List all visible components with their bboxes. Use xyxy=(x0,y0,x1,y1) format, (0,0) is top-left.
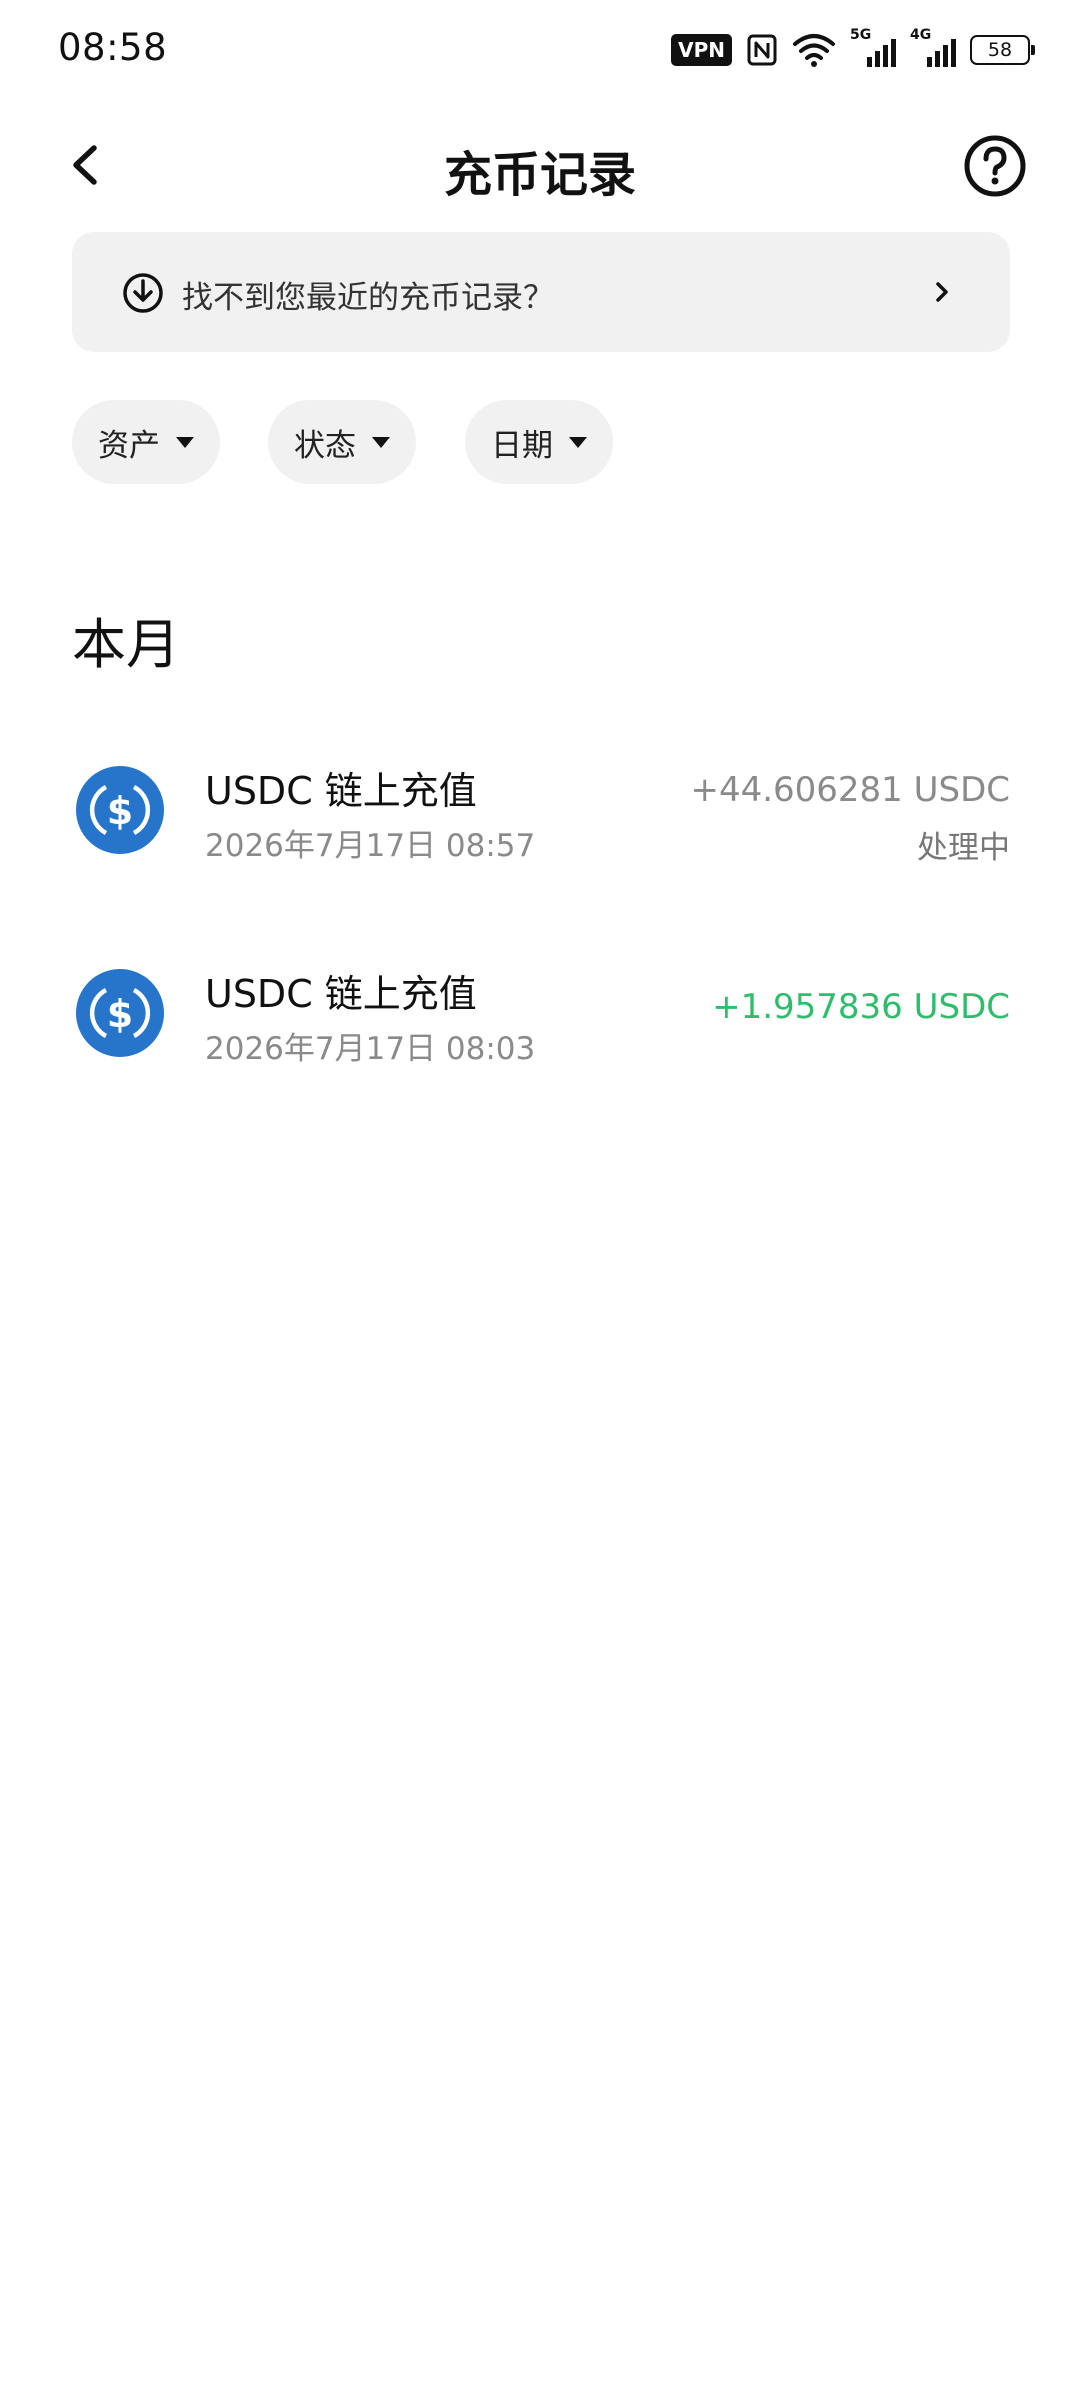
caret-down-icon xyxy=(176,436,194,448)
filter-date-label: 日期 xyxy=(491,427,553,464)
section-title-this-month: 本月 xyxy=(72,613,180,676)
filter-status[interactable]: 状态 xyxy=(268,400,416,484)
status-bar: 08:58 VPN 5G 4G 58 xyxy=(0,0,1080,100)
transaction-time: 2026年7月17日 08:57 xyxy=(205,828,536,864)
banner-text: 找不到您最近的充币记录？ xyxy=(182,280,554,316)
svg-text:$: $ xyxy=(107,992,133,1036)
download-circle-icon xyxy=(123,273,163,313)
caret-down-icon xyxy=(372,436,390,448)
vpn-icon: VPN xyxy=(671,34,732,66)
battery-icon: 58 xyxy=(970,35,1035,65)
transaction-title: USDC 链上充值 xyxy=(205,769,477,813)
battery-level: 58 xyxy=(987,39,1013,61)
transaction-time: 2026年7月17日 08:03 xyxy=(205,1031,536,1067)
filter-asset-label: 资产 xyxy=(98,427,160,464)
filter-asset[interactable]: 资产 xyxy=(72,400,220,484)
status-icons: VPN 5G 4G 58 xyxy=(671,27,1035,72)
signal-5g-icon: 5G xyxy=(850,27,896,69)
transaction-amount: +44.606281 USDC xyxy=(690,770,1010,810)
help-button[interactable] xyxy=(963,134,1027,198)
transaction-row[interactable]: $ USDC 链上充值 2026年7月17日 08:03 +1.957836 U… xyxy=(72,943,1010,1083)
filter-date[interactable]: 日期 xyxy=(465,400,613,484)
question-circle-icon xyxy=(964,135,1026,197)
page-title: 充币记录 xyxy=(443,147,636,203)
chevron-right-icon xyxy=(936,282,948,302)
filter-status-label: 状态 xyxy=(294,427,356,464)
transaction-row[interactable]: $ USDC 链上充值 2026年7月17日 08:57 +44.606281 … xyxy=(72,740,1010,880)
svg-text:$: $ xyxy=(107,789,133,833)
wifi-icon xyxy=(793,34,835,67)
usdc-coin-icon: $ xyxy=(76,969,164,1057)
transaction-status: 处理中 xyxy=(917,830,1010,866)
status-time: 08:58 xyxy=(58,26,168,69)
transaction-amount: +1.957836 USDC xyxy=(712,987,1010,1027)
nfc-icon xyxy=(747,34,777,66)
missing-deposit-banner[interactable]: 找不到您最近的充币记录？ xyxy=(72,232,1010,352)
caret-down-icon xyxy=(569,436,587,448)
usdc-coin-icon: $ xyxy=(76,766,164,854)
transaction-title: USDC 链上充值 xyxy=(205,972,477,1016)
signal-4g-icon: 4G xyxy=(910,27,956,69)
